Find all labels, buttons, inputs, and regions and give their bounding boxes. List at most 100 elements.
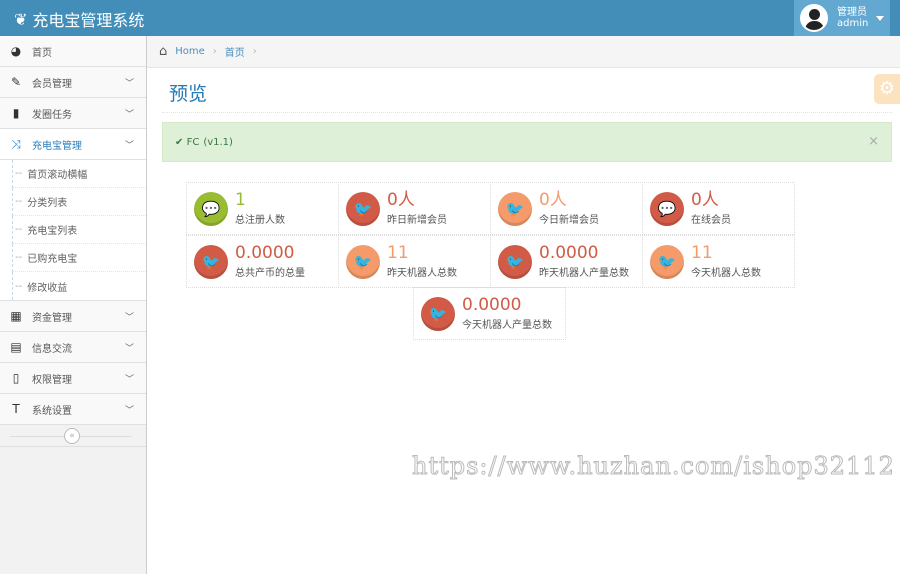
stat-label: 今天机器人总数 bbox=[691, 268, 761, 279]
stat-value: 0人 bbox=[387, 190, 415, 210]
label: 系统设置 bbox=[32, 405, 72, 417]
stat-value: 0人 bbox=[691, 190, 719, 210]
chevron-right-icon: › bbox=[212, 46, 217, 57]
edit-icon: ✎ bbox=[10, 75, 22, 89]
sidebar-item-tasks[interactable]: ▮ 发圈任务 ﹀ bbox=[0, 98, 146, 129]
app-title: 充电宝管理系统 bbox=[32, 11, 145, 30]
sidebar-item-powerbank[interactable]: ⤨ 充电宝管理 ﹀ bbox=[0, 129, 146, 160]
home-icon: ⌂ bbox=[159, 44, 168, 59]
watermark: https://www.huzhan.com/ishop32112 bbox=[412, 452, 895, 481]
stat-label: 昨日新增会员 bbox=[387, 215, 447, 226]
page-title: 预览 bbox=[169, 83, 208, 105]
user-name: admin bbox=[837, 18, 869, 29]
twitter-icon: 🐦 bbox=[421, 296, 455, 331]
submenu-item-purchased[interactable]: -- 已购充电宝 bbox=[12, 244, 146, 272]
check-icon: ✔ bbox=[175, 136, 184, 148]
gear-icon: ⚙ bbox=[878, 78, 896, 99]
divider bbox=[162, 112, 892, 113]
label: 会员管理 bbox=[32, 78, 72, 90]
submenu-item-earnings[interactable]: -- 修改收益 bbox=[12, 272, 146, 300]
submenu: -- 首页滚动横幅 -- 分类列表 -- 充电宝列表 -- 已购充电宝 -- 修改收益 bbox=[0, 160, 146, 301]
user-menu[interactable]: 管理员 admin bbox=[794, 0, 890, 36]
stat-card: 🐦 0人昨日新增会员 bbox=[338, 182, 491, 235]
sidebar-item-messages[interactable]: ▤ 信息交流 ﹀ bbox=[0, 332, 146, 363]
twitter-icon: 🐦 bbox=[346, 191, 380, 226]
stat-label: 总共产币的总量 bbox=[235, 268, 305, 279]
chevron-down-icon: ﹀ bbox=[124, 375, 134, 385]
chevron-down-icon: ﹀ bbox=[124, 110, 134, 120]
label: 已购充电宝 bbox=[27, 254, 78, 265]
sidebar-item-funds[interactable]: ▦ 资金管理 ﹀ bbox=[0, 301, 146, 332]
caret-down-icon bbox=[876, 15, 885, 21]
alert-version: (v1.1) bbox=[203, 136, 233, 148]
avatar bbox=[800, 4, 828, 32]
chevron-right-icon: › bbox=[252, 46, 257, 57]
stat-card: 🐦 11 今天机器人总数 bbox=[642, 235, 795, 288]
sidebar-item-home[interactable]: ◕ 首页 bbox=[0, 36, 146, 67]
book-icon: ▮ bbox=[12, 106, 20, 120]
submenu-item-banner[interactable]: -- 首页滚动横幅 bbox=[12, 160, 146, 188]
close-icon[interactable]: × bbox=[868, 134, 879, 149]
sidebar-collapse[interactable]: « bbox=[0, 425, 146, 447]
label: 首页滚动横幅 bbox=[27, 170, 88, 181]
stat-value: 0.0000 bbox=[462, 295, 522, 315]
sidebar-item-permissions[interactable]: ▯ 权限管理 ﹀ bbox=[0, 363, 146, 394]
comments-icon: 💬 bbox=[194, 191, 228, 226]
breadcrumb: ⌂ Home › 首页 › bbox=[147, 36, 900, 68]
sidebar-item-members[interactable]: ✎ 会员管理 ﹀ bbox=[0, 67, 146, 98]
navbar: ❦ 充电宝管理系统 管理员 admin bbox=[0, 0, 900, 36]
stat-value: 0.0000 bbox=[539, 243, 599, 263]
stat-card: 💬 1 总注册人数 bbox=[186, 182, 339, 235]
stat-value: 0.0000 bbox=[235, 243, 295, 263]
label: 修改收益 bbox=[27, 282, 68, 294]
label: 权限管理 bbox=[32, 374, 72, 386]
stat-label: 今天机器人产量总数 bbox=[462, 320, 552, 331]
stat-label: 总注册人数 bbox=[235, 215, 285, 226]
user-role: 管理员 bbox=[837, 7, 867, 18]
tachometer-icon: ◕ bbox=[10, 44, 22, 58]
twitter-icon: 🐦 bbox=[498, 244, 532, 279]
label: 资金管理 bbox=[32, 312, 72, 324]
label: 充电宝列表 bbox=[27, 226, 78, 237]
chevron-down-icon: ﹀ bbox=[124, 406, 134, 416]
double-left-icon[interactable]: « bbox=[64, 428, 80, 444]
stat-card: 🐦 0.0000 总共产币的总量 bbox=[186, 235, 339, 288]
sidebar-item-settings[interactable]: T 系统设置 ﹀ bbox=[0, 394, 146, 425]
twitter-icon: 🐦 bbox=[346, 244, 380, 279]
stat-value: 11 bbox=[691, 243, 713, 263]
file-icon: ▯ bbox=[12, 371, 20, 385]
label: 分类列表 bbox=[27, 198, 68, 209]
stat-value: 0人 bbox=[539, 190, 567, 210]
breadcrumb-current[interactable]: 首页 bbox=[225, 44, 245, 59]
comments-icon: 💬 bbox=[650, 191, 684, 226]
chevron-down-icon: ﹀ bbox=[124, 79, 134, 89]
chevron-down-icon: ﹀ bbox=[124, 344, 134, 354]
breadcrumb-home[interactable]: Home bbox=[175, 46, 205, 57]
twitter-icon: 🐦 bbox=[498, 191, 532, 226]
chevron-down-icon: ﹀ bbox=[124, 313, 134, 323]
label: 信息交流 bbox=[32, 343, 72, 355]
twitter-icon: 🐦 bbox=[194, 244, 228, 279]
calendar-icon: ▦ bbox=[10, 309, 22, 323]
stat-card: 🐦 11 昨天机器人总数 bbox=[338, 235, 491, 288]
label: 首页 bbox=[32, 47, 52, 59]
stat-card: 🐦 0人今日新增会员 bbox=[490, 182, 643, 235]
settings-button[interactable]: ⚙ bbox=[874, 74, 900, 104]
submenu-item-powerbank-list[interactable]: -- 充电宝列表 bbox=[12, 216, 146, 244]
stat-label: 昨天机器人产量总数 bbox=[539, 268, 629, 279]
sidebar: ◕ 首页 ✎ 会员管理 ﹀ ▮ 发圈任务 ﹀ ⤨ 充电宝管理 ﹀ -- 首页滚动横幅 -- 分类列… bbox=[0, 36, 147, 574]
stat-card: 🐦 0.0000 今天机器人产量总数 bbox=[413, 287, 566, 340]
submenu-item-category[interactable]: -- 分类列表 bbox=[12, 188, 146, 216]
twitter-icon: 🐦 bbox=[650, 244, 684, 279]
stat-label: 今日新增会员 bbox=[539, 215, 599, 226]
stat-value: 1 bbox=[235, 190, 246, 210]
stat-card: 🐦 0.0000 昨天机器人产量总数 bbox=[490, 235, 643, 288]
label: 充电宝管理 bbox=[32, 140, 82, 152]
label: 发圈任务 bbox=[32, 109, 72, 121]
leaf-icon: ❦ bbox=[14, 9, 28, 29]
list-alt-icon: ▤ bbox=[10, 340, 22, 354]
stat-label: 在线会员 bbox=[691, 215, 731, 226]
brand[interactable]: ❦ 充电宝管理系统 bbox=[14, 7, 144, 31]
chevron-down-icon: ﹀ bbox=[124, 141, 134, 151]
stat-label: 昨天机器人总数 bbox=[387, 268, 457, 279]
